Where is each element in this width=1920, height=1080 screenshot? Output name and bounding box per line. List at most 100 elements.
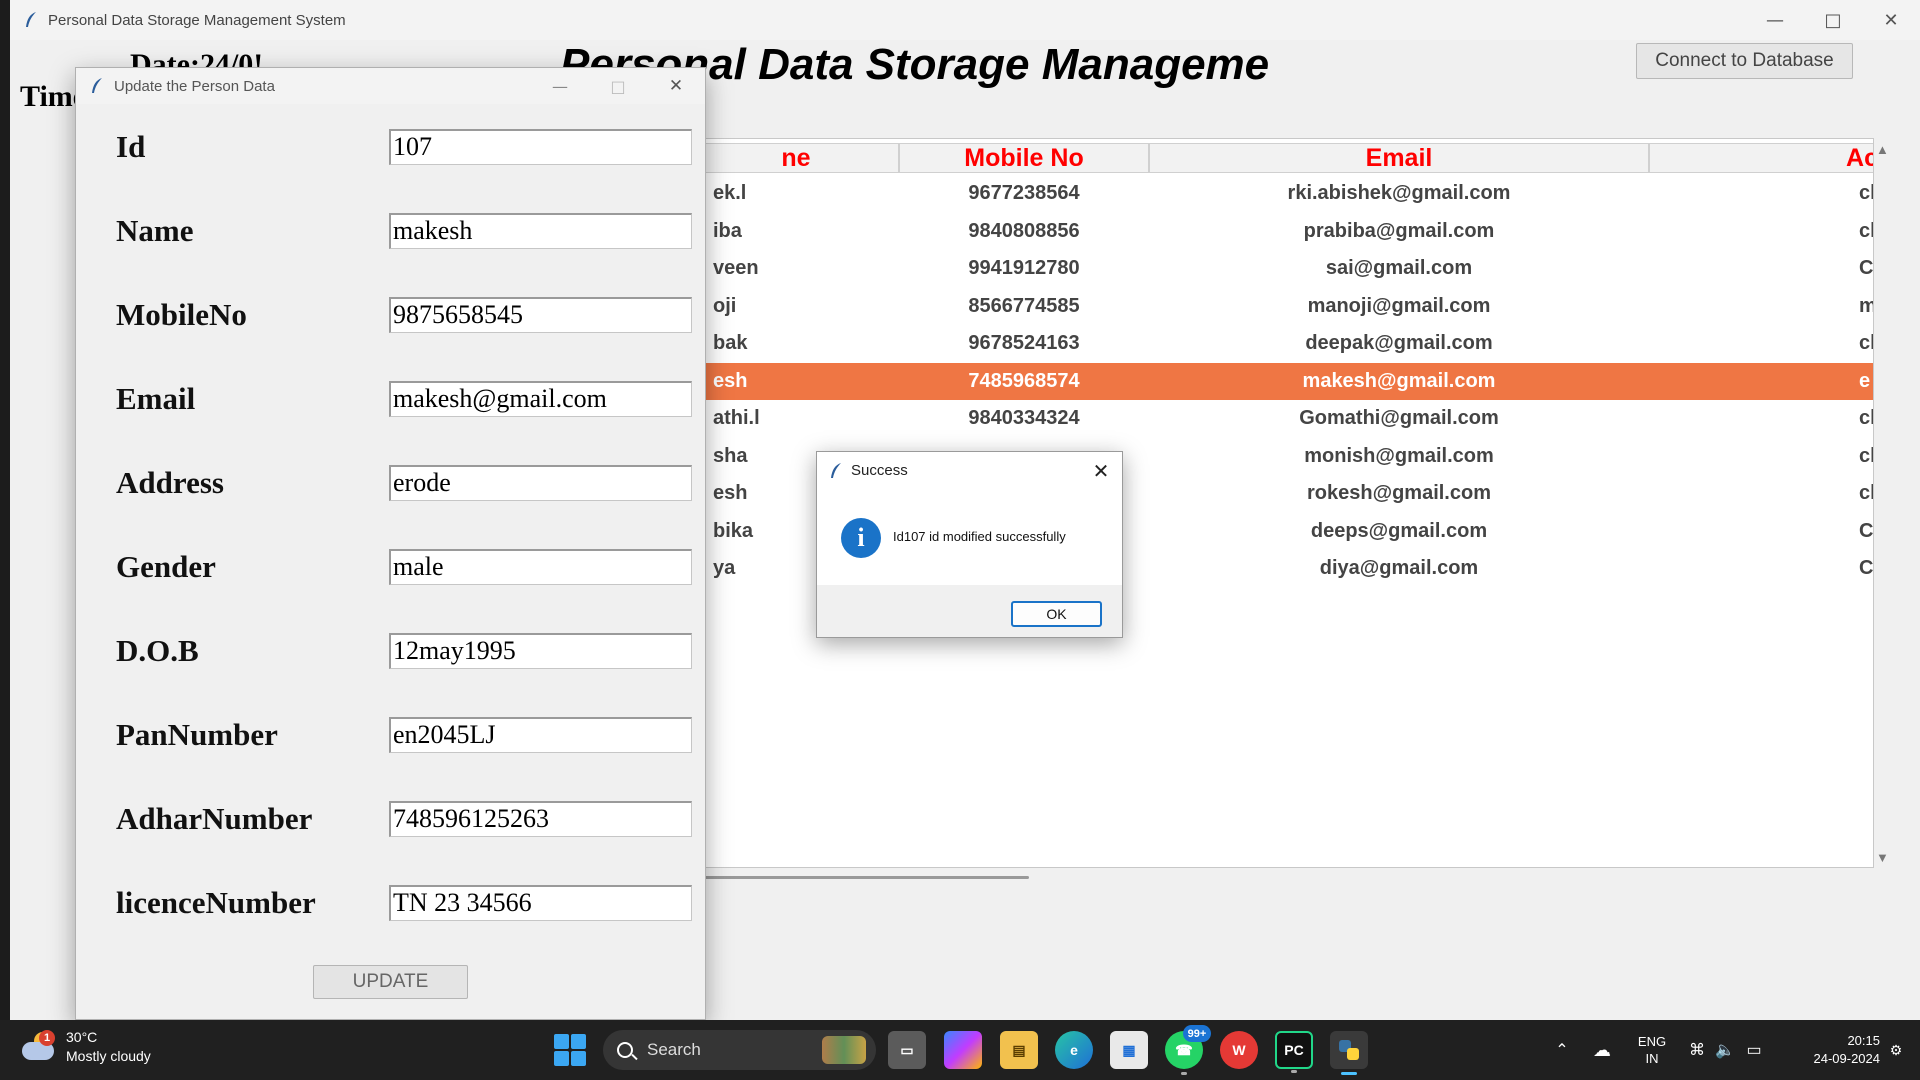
close-icon[interactable]: ✕ xyxy=(1862,0,1920,40)
form-row-pan: PanNumber en2045LJ xyxy=(76,715,705,755)
whatsapp-icon[interactable]: ☎ 99+ xyxy=(1165,1025,1211,1075)
cloudy-weather-icon: 1 xyxy=(22,1030,58,1062)
scroll-down-icon[interactable]: ▼ xyxy=(1876,850,1889,865)
cell-address: C xyxy=(1859,257,1874,280)
form-row-name: Name makesh xyxy=(76,211,705,251)
clock-date: 24-09-2024 xyxy=(1813,1051,1881,1066)
cell-email: sai@gmail.com xyxy=(1325,257,1473,280)
cell-email: Gomathi@gmail.com xyxy=(1299,407,1499,430)
table-row[interactable]: ek.l 9677238564 rki.abishek@gmail.com cl xyxy=(693,175,1873,213)
adhar-label: AdharNumber xyxy=(116,801,313,836)
weather-temperature: 30°C xyxy=(66,1029,98,1045)
cell-name: oji xyxy=(713,294,737,317)
id-label: Id xyxy=(116,129,146,164)
copilot-icon[interactable] xyxy=(944,1031,982,1069)
table-row[interactable]: iba 9840808856 prabiba@gmail.com cl xyxy=(693,213,1873,251)
maximize-icon[interactable]: □ xyxy=(1804,0,1862,40)
adhar-field[interactable]: 748596125263 xyxy=(389,801,692,837)
dialog-titlebar[interactable]: Success xyxy=(817,452,1122,489)
update-window-titlebar[interactable]: Update the Person Data — □ ✕ xyxy=(76,68,705,104)
form-row-id: Id 107 xyxy=(76,127,705,167)
minimize-icon[interactable]: — xyxy=(531,68,589,104)
taskbar-search[interactable]: Search xyxy=(603,1030,876,1070)
cell-address: C xyxy=(1859,519,1874,542)
dialog-title: Success xyxy=(851,462,908,479)
update-window-title: Update the Person Data xyxy=(114,77,275,95)
wifi-icon[interactable]: ⌘ xyxy=(1686,1020,1708,1080)
update-button[interactable]: UPDATE xyxy=(313,965,468,999)
main-titlebar[interactable]: Personal Data Storage Management System … xyxy=(10,0,1920,40)
cell-mobile: 9840808856 xyxy=(968,219,1080,242)
licence-field[interactable]: TN 23 34566 xyxy=(389,885,692,921)
onedrive-cloud-icon[interactable]: ☁ xyxy=(1590,1020,1614,1080)
pan-field[interactable]: en2045LJ xyxy=(389,717,692,753)
file-explorer-icon[interactable]: ▤ xyxy=(1000,1031,1038,1069)
mobile-field[interactable]: 9875658545 xyxy=(389,297,692,333)
wps-office-icon[interactable]: W xyxy=(1220,1031,1258,1069)
cell-address: m xyxy=(1859,288,1873,326)
cell-mobile: 9677238564 xyxy=(968,182,1080,205)
cell-name: iba xyxy=(713,219,742,242)
column-header-address[interactable]: Ac xyxy=(1649,143,1873,173)
active-indicator xyxy=(1341,1072,1357,1075)
feather-icon xyxy=(831,462,841,478)
microsoft-store-icon[interactable]: ▦ xyxy=(1110,1031,1148,1069)
cell-email: prabiba@gmail.com xyxy=(1303,219,1495,242)
ok-button[interactable]: OK xyxy=(1011,601,1102,627)
pycharm-icon[interactable]: PC xyxy=(1275,1031,1313,1073)
language-code: ENG xyxy=(1637,1034,1667,1049)
clock[interactable]: 20:15 24-09-2024 xyxy=(1780,1020,1881,1080)
language-indicator[interactable]: ENG IN xyxy=(1632,1020,1672,1080)
horizontal-scrollbar[interactable] xyxy=(704,876,1029,879)
notification-bell-icon[interactable]: ⚙ xyxy=(1884,1020,1908,1080)
edge-browser-icon[interactable]: e xyxy=(1055,1031,1093,1069)
table-row[interactable]: athi.l 9840334324 Gomathi@gmail.com cl xyxy=(693,400,1873,438)
volume-icon[interactable]: 🔈 xyxy=(1714,1020,1736,1080)
info-icon: i xyxy=(841,518,881,558)
email-field[interactable]: makesh@gmail.com xyxy=(389,381,692,417)
weather-widget[interactable]: 1 30°C Mostly cloudy xyxy=(22,1028,151,1066)
windows-start-icon[interactable] xyxy=(554,1034,586,1066)
dob-field[interactable]: 12may1995 xyxy=(389,633,692,669)
address-label: Address xyxy=(116,465,224,500)
id-field[interactable]: 107 xyxy=(389,129,692,165)
column-header-mobile[interactable]: Mobile No xyxy=(899,143,1149,173)
battery-icon[interactable]: ▭ xyxy=(1742,1020,1766,1080)
cell-mobile: 9840334324 xyxy=(968,407,1080,430)
gender-field[interactable]: male xyxy=(389,549,692,585)
table-row-selected[interactable]: esh 7485968574 makesh@gmail.com e xyxy=(693,362,1873,400)
table-header: ne Mobile No Email Ac xyxy=(693,143,1873,175)
column-header-email[interactable]: Email xyxy=(1149,143,1649,173)
whatsapp-badge: 99+ xyxy=(1183,1025,1211,1042)
cell-name: athi.l xyxy=(713,407,760,430)
connect-database-button[interactable]: Connect to Database xyxy=(1636,43,1853,79)
cell-email: rki.abishek@gmail.com xyxy=(1287,182,1511,205)
scroll-up-icon[interactable]: ▲ xyxy=(1876,142,1889,157)
close-icon[interactable]: ✕ xyxy=(1086,456,1116,486)
cell-mobile: 9678524163 xyxy=(968,332,1080,355)
table-row[interactable]: veen 9941912780 sai@gmail.com C xyxy=(693,250,1873,288)
table-row[interactable]: oji 8566774585 manoji@gmail.com m xyxy=(693,288,1873,326)
form-row-gender: Gender male xyxy=(76,547,705,587)
dialog-message: Id107 id modified successfully xyxy=(893,529,1066,544)
cell-email: rokesh@gmail.com xyxy=(1306,482,1491,505)
cell-email: diya@gmail.com xyxy=(1319,557,1479,580)
column-header-name[interactable]: ne xyxy=(693,143,899,173)
table-row[interactable]: bak 9678524163 deepak@gmail.com cl xyxy=(693,325,1873,363)
update-person-window: Update the Person Data — □ ✕ Id 107 Name m… xyxy=(75,67,706,1020)
cell-address: cl xyxy=(1859,444,1873,467)
python-icon[interactable] xyxy=(1330,1031,1368,1075)
task-view-icon[interactable]: ▭ xyxy=(888,1031,926,1069)
running-indicator xyxy=(1181,1072,1187,1075)
cell-address: cl xyxy=(1859,482,1873,505)
show-hidden-icons-icon[interactable]: ⌃ xyxy=(1550,1020,1574,1080)
cell-name: esh xyxy=(713,369,748,392)
maximize-icon[interactable]: □ xyxy=(589,68,647,104)
name-field[interactable]: makesh xyxy=(389,213,692,249)
minimize-icon[interactable]: — xyxy=(1746,0,1804,40)
close-icon[interactable]: ✕ xyxy=(647,68,705,104)
main-window-title: Personal Data Storage Management System xyxy=(48,11,346,29)
cell-address: C xyxy=(1859,557,1874,580)
form-row-address: Address erode xyxy=(76,463,705,503)
address-field[interactable]: erode xyxy=(389,465,692,501)
